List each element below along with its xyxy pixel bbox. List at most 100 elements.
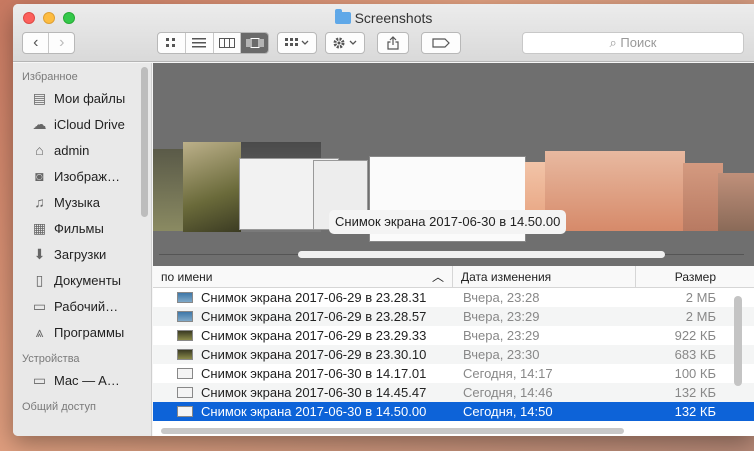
apps-icon: ⩓ xyxy=(35,323,44,340)
list-vertical-scrollbar[interactable] xyxy=(734,296,742,386)
list-view-button[interactable] xyxy=(186,33,214,53)
file-date: Вчера, 23:29 xyxy=(463,309,540,324)
sidebar-item-pictures[interactable]: ◙ Изображ… xyxy=(13,163,151,189)
file-name: Снимок экрана 2017-06-30 в 14.45.47 xyxy=(201,385,427,400)
cover-thumb-grass[interactable] xyxy=(183,142,243,232)
file-size: 132 КБ xyxy=(674,385,716,400)
column-header-date[interactable]: Дата изменения xyxy=(453,266,636,287)
coverflow-view: Снимок экрана 2017-06-30 в 14.50.00 xyxy=(153,63,754,266)
file-name: Снимок экрана 2017-06-29 в 23.29.33 xyxy=(201,328,427,343)
edit-tags-button[interactable] xyxy=(421,32,461,54)
column-view-button[interactable] xyxy=(214,33,242,53)
file-date: Вчера, 23:29 xyxy=(463,328,540,343)
file-name: Снимок экрана 2017-06-30 в 14.50.00 xyxy=(201,404,427,419)
back-button[interactable]: ‹ xyxy=(23,33,48,53)
image-file-icon xyxy=(177,292,193,303)
file-list: по имени ︿ Дата изменения Размер Снимок э… xyxy=(153,266,754,436)
document-icon: ▯ xyxy=(35,271,44,288)
sidebar-item-label: admin xyxy=(54,142,90,158)
cloud-icon: ☁ xyxy=(32,115,47,132)
sidebar-item-label: Mac — A… xyxy=(54,372,120,388)
sidebar-item-mac[interactable]: ▭ Mac — A… xyxy=(13,367,151,393)
coverflow-selected-label: Снимок экрана 2017-06-30 в 14.50.00 xyxy=(329,210,567,234)
sidebar-item-icloud[interactable]: ☁ iCloud Drive xyxy=(13,111,151,137)
arrange-icon xyxy=(285,38,309,46)
image-file-icon xyxy=(177,349,193,360)
list-horizontal-scrollbar[interactable] xyxy=(161,428,624,434)
share-icon xyxy=(387,36,399,50)
sidebar-scrollbar[interactable] xyxy=(141,67,148,217)
title-bar: Screenshots ‹ › ⌕ Поиск xyxy=(13,4,754,62)
image-file-icon xyxy=(177,406,193,417)
image-file-icon xyxy=(177,311,193,322)
file-date: Вчера, 23:28 xyxy=(463,290,540,305)
sidebar-section-favorites: Избранное xyxy=(22,71,78,83)
sidebar-item-label: Документы xyxy=(54,272,122,288)
image-file-icon xyxy=(177,387,193,398)
sidebar-item-label: Фильмы xyxy=(54,220,104,236)
file-name: Снимок экрана 2017-06-29 в 23.28.57 xyxy=(201,309,427,324)
file-name: Снимок экрана 2017-06-30 в 14.17.01 xyxy=(201,366,427,381)
folder-icon xyxy=(334,9,351,24)
sidebar-item-documents[interactable]: ▯ Документы xyxy=(13,267,151,293)
sidebar-item-label: Изображ… xyxy=(54,168,120,184)
sidebar-item-label: Мои файлы xyxy=(54,90,126,106)
action-button[interactable] xyxy=(325,32,365,54)
coverflow-view-button[interactable] xyxy=(241,33,268,53)
finder-window: Screenshots ‹ › ⌕ Поиск Избранное ▤ Мои … xyxy=(13,4,754,436)
file-date: Вчера, 23:30 xyxy=(463,347,540,362)
coverflow-view-icon xyxy=(246,38,264,48)
table-row[interactable]: Снимок экрана 2017-06-29 в 23.28.57 Вчера… xyxy=(153,307,754,326)
table-row[interactable]: Снимок экрана 2017-06-29 в 23.28.31 Вчера… xyxy=(153,288,754,307)
icon-view-icon xyxy=(166,38,176,47)
sidebar-item-applications[interactable]: ⩓ Программы xyxy=(13,319,151,345)
tag-icon xyxy=(432,38,450,48)
window-title: Screenshots xyxy=(13,9,754,26)
arrange-button[interactable] xyxy=(277,32,317,54)
file-date: Сегодня, 14:17 xyxy=(463,366,553,381)
gear-icon xyxy=(333,37,357,49)
column-view-icon xyxy=(218,38,235,48)
icon-view-button[interactable] xyxy=(158,33,186,53)
sidebar-item-label: iCloud Drive xyxy=(54,116,125,132)
file-size: 132 КБ xyxy=(674,404,716,419)
table-row[interactable]: Снимок экрана 2017-06-29 в 23.29.33 Вчера… xyxy=(153,326,754,345)
table-row[interactable]: Снимок экрана 2017-06-29 в 23.30.10 Вчера… xyxy=(153,345,754,364)
sidebar-section-shared: Общий доступ xyxy=(22,401,96,413)
sidebar-item-all-files[interactable]: ▤ Мои файлы xyxy=(13,85,151,111)
share-button[interactable] xyxy=(377,32,409,54)
column-header-name-label: по имени xyxy=(161,269,213,284)
sidebar-item-downloads[interactable]: ⬇ Загрузки xyxy=(13,241,151,267)
cover-thumb-desert-3[interactable] xyxy=(683,163,723,231)
forward-button[interactable]: › xyxy=(48,33,74,53)
all-files-icon: ▤ xyxy=(32,89,47,106)
sidebar-item-label: Программы xyxy=(54,324,125,340)
sidebar-item-label: Рабочий… xyxy=(54,298,119,314)
download-icon: ⬇ xyxy=(33,245,46,262)
table-row[interactable]: Снимок экрана 2017-06-30 в 14.17.01 Сегод… xyxy=(153,364,754,383)
column-header-size[interactable]: Размер xyxy=(636,266,754,287)
sidebar-item-movies[interactable]: ▦ Фильмы xyxy=(13,215,151,241)
sidebar-item-label: Загрузки xyxy=(54,246,107,262)
coverflow-scrollbar[interactable] xyxy=(298,251,665,258)
sidebar-item-music[interactable]: ♫ Музыка xyxy=(13,189,151,215)
navigation-buttons: ‹ › xyxy=(22,32,75,54)
list-header: по имени ︿ Дата изменения Размер xyxy=(153,266,754,288)
image-file-icon xyxy=(177,368,193,379)
column-header-name[interactable]: по имени ︿ xyxy=(153,266,453,287)
desktop-icon: ▭ xyxy=(32,297,47,314)
file-name: Снимок экрана 2017-06-29 в 23.30.10 xyxy=(201,347,427,362)
sidebar-item-home[interactable]: ⌂ admin xyxy=(13,137,151,163)
file-date: Сегодня, 14:50 xyxy=(463,404,553,419)
window-title-text: Screenshots xyxy=(354,10,433,26)
table-row-selected[interactable]: Снимок экрана 2017-06-30 в 14.50.00 Сегод… xyxy=(153,402,754,421)
sidebar: Избранное ▤ Мои файлы ☁ iCloud Drive ⌂ admi… xyxy=(13,63,152,436)
sidebar-item-desktop[interactable]: ▭ Рабочий… xyxy=(13,293,151,319)
camera-icon: ◙ xyxy=(35,168,44,184)
sidebar-item-label: Музыка xyxy=(54,194,100,210)
search-input[interactable]: ⌕ Поиск xyxy=(522,32,744,54)
computer-icon: ▭ xyxy=(32,371,47,388)
music-icon: ♫ xyxy=(34,194,45,210)
cover-thumb-far-right[interactable] xyxy=(718,173,754,231)
table-row[interactable]: Снимок экрана 2017-06-30 в 14.45.47 Сегод… xyxy=(153,383,754,402)
